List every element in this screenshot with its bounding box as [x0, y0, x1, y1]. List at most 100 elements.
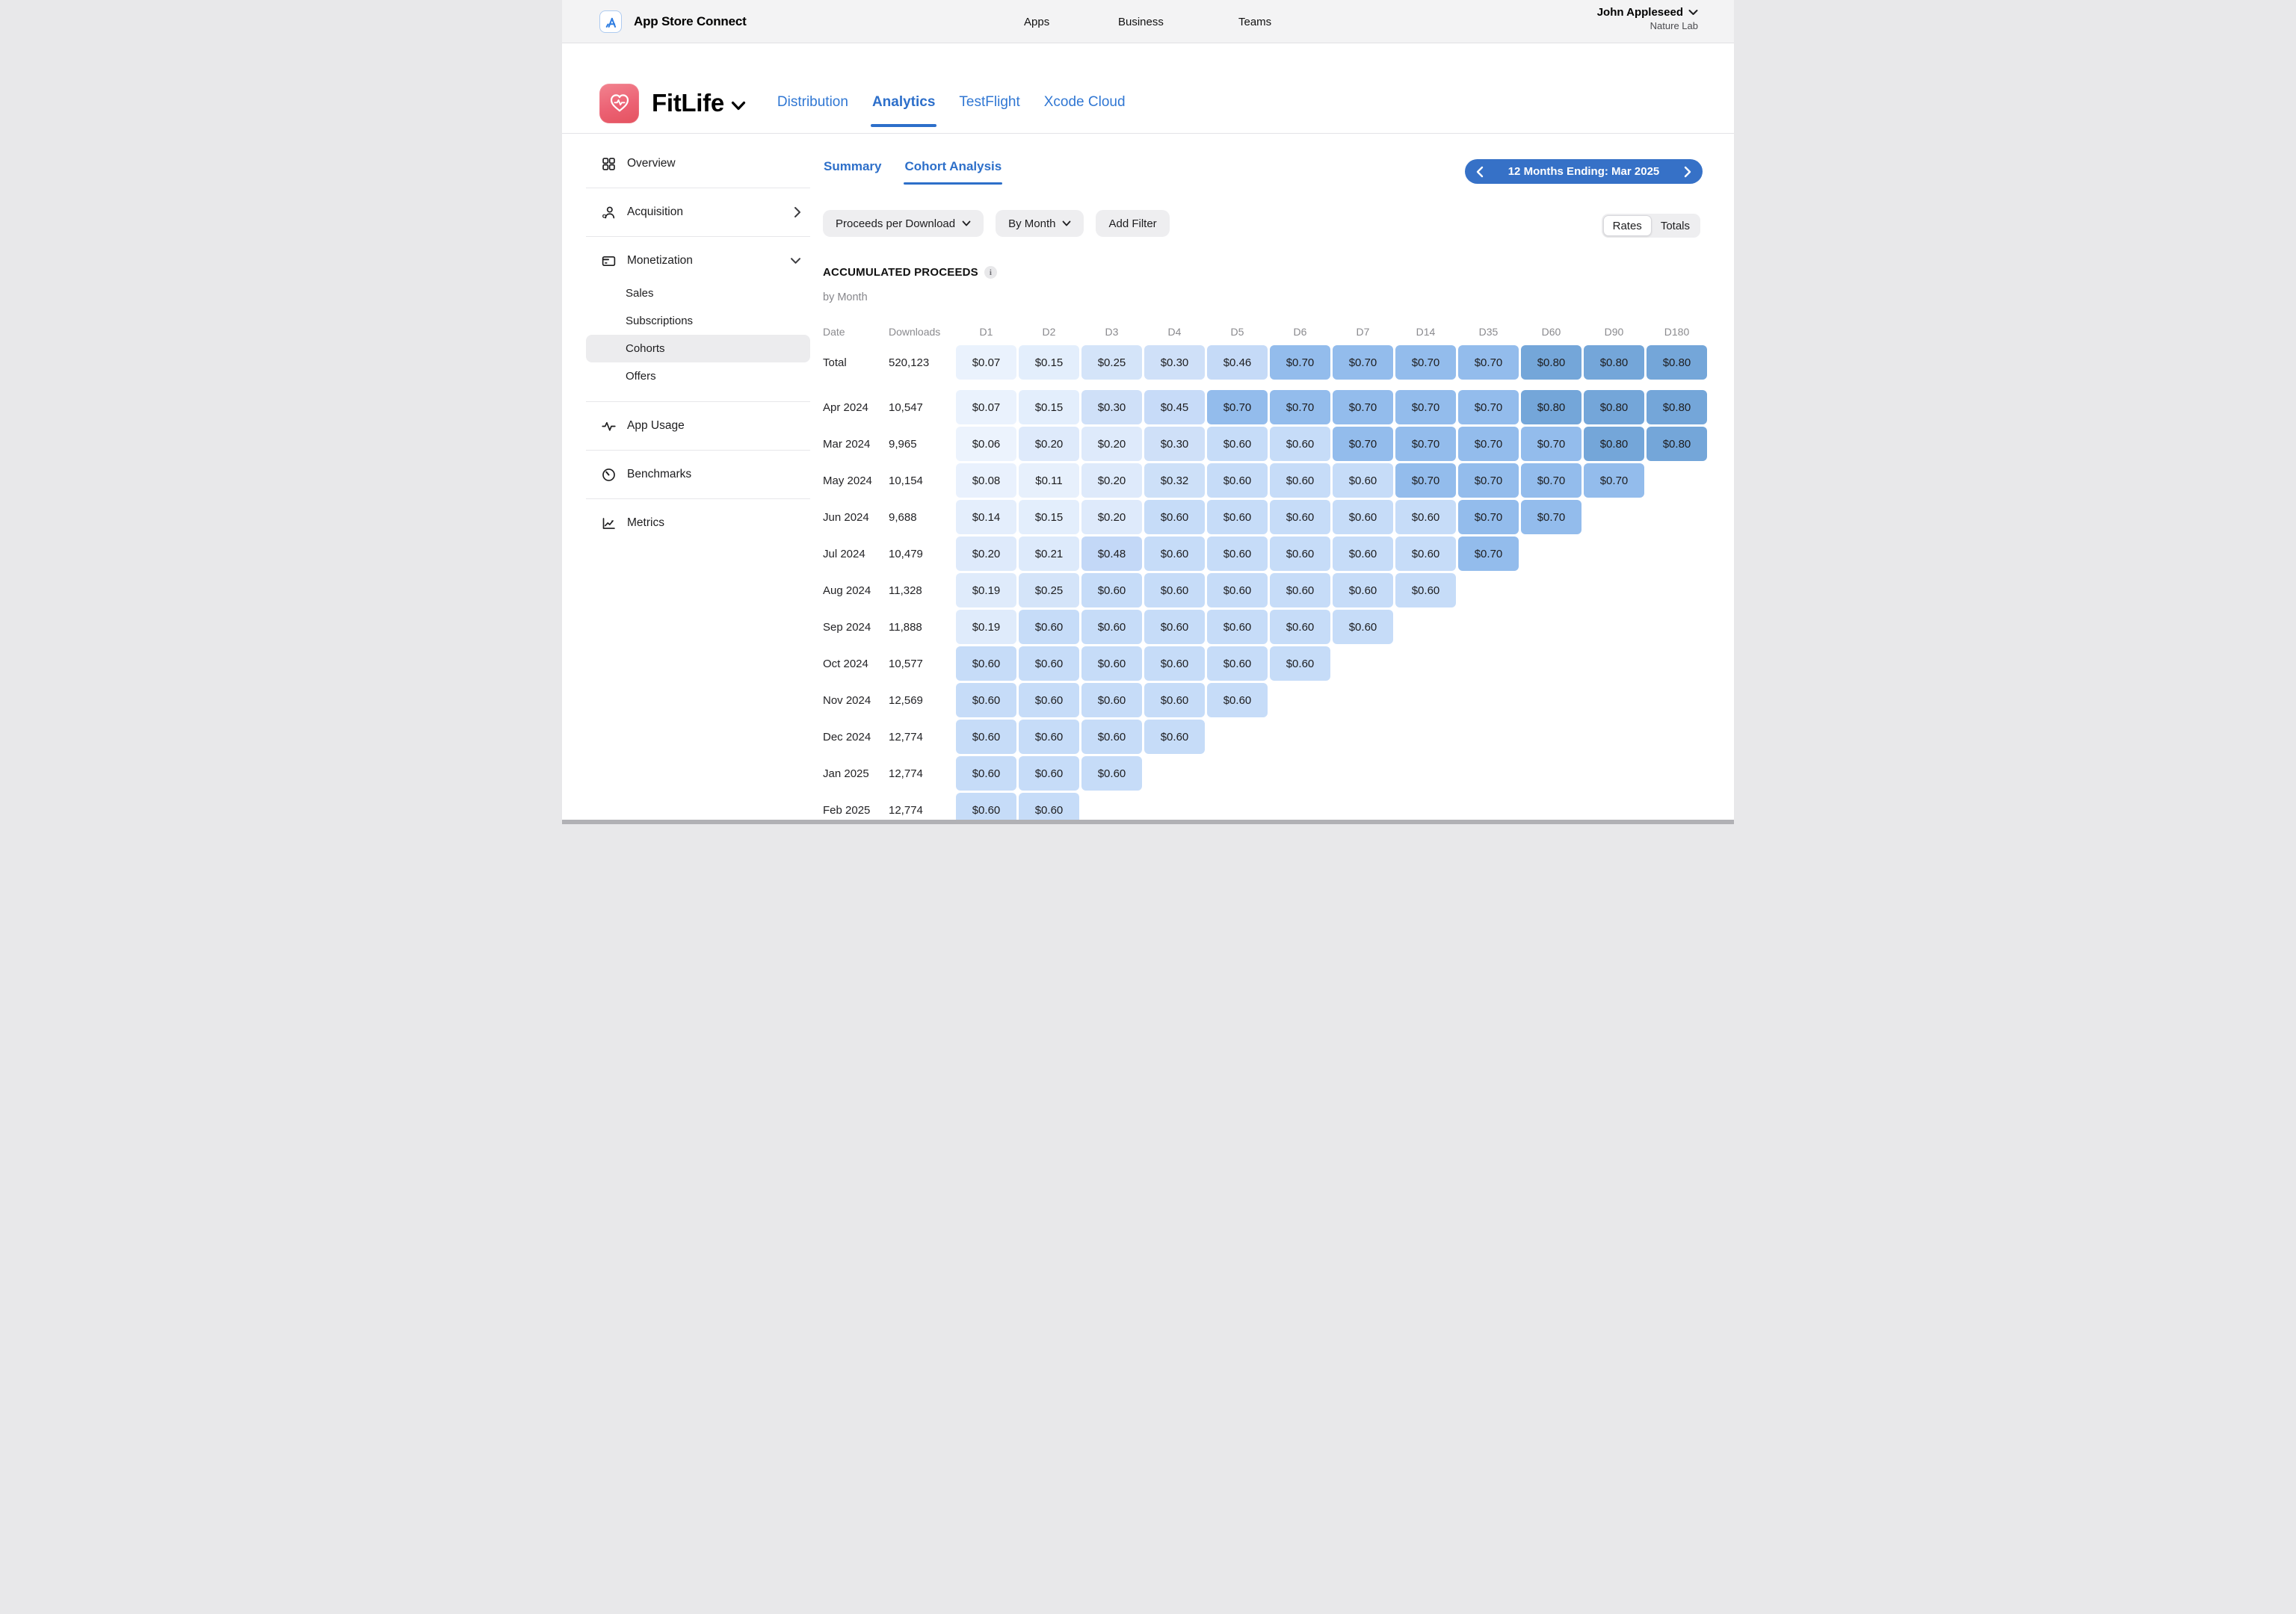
cohort-cell: $0.70 [1270, 390, 1330, 424]
cohort-cell: $0.30 [1144, 345, 1205, 380]
cohort-cell: $0.70 [1270, 345, 1330, 380]
cohort-cell: $0.11 [1019, 463, 1079, 498]
cohort-cell: $0.45 [1144, 390, 1205, 424]
cohort-cell: $0.70 [1333, 345, 1393, 380]
tab-testflight[interactable]: TestFlight [957, 84, 1021, 127]
sidebar-item-label: App Usage [627, 419, 685, 433]
cohort-cell: $0.21 [1019, 537, 1079, 571]
sidebar-item-offers[interactable]: Offers [586, 362, 810, 390]
row-date: Aug 2024 [823, 573, 886, 607]
sidebar-item-metrics[interactable]: Metrics [586, 506, 810, 540]
cohort-cell: $0.70 [1458, 537, 1519, 571]
column-header-d5: D5 [1207, 326, 1268, 345]
row-downloads: 10,577 [889, 646, 954, 681]
cohort-cell: $0.80 [1584, 390, 1644, 424]
app-header: FitLife Distribution Analytics TestFligh… [599, 79, 1127, 127]
tab-summary[interactable]: Summary [823, 152, 882, 185]
cohort-cell: $0.60 [1395, 573, 1456, 607]
cohort-cell: $0.60 [1270, 646, 1330, 681]
horizontal-scrollbar[interactable] [562, 820, 1734, 824]
tab-distribution[interactable]: Distribution [776, 84, 850, 127]
row-downloads: 10,154 [889, 463, 954, 498]
row-date: Nov 2024 [823, 683, 886, 717]
pulse-icon [601, 418, 617, 434]
sidebar-item-subscriptions[interactable]: Subscriptions [586, 307, 810, 335]
tab-analytics[interactable]: Analytics [871, 84, 936, 127]
cohort-cell: $0.60 [1395, 537, 1456, 571]
cohort-cell: $0.60 [1207, 537, 1268, 571]
cohort-cell: $0.70 [1521, 500, 1581, 534]
cohort-cell: $0.70 [1458, 427, 1519, 461]
cohort-cell: $0.60 [1019, 646, 1079, 681]
cohort-cell: $0.60 [1144, 683, 1205, 717]
metric-filter-dropdown[interactable]: Proceeds per Download [823, 210, 984, 237]
cohort-cell: $0.70 [1458, 390, 1519, 424]
cohort-cell: $0.60 [1333, 463, 1393, 498]
tab-xcode-cloud[interactable]: Xcode Cloud [1043, 84, 1127, 127]
sidebar-item-app-usage[interactable]: App Usage [586, 409, 810, 443]
date-range-picker[interactable]: 12 Months Ending: Mar 2025 [1465, 159, 1703, 184]
row-date: Dec 2024 [823, 720, 886, 754]
nav-teams[interactable]: Teams [1238, 0, 1271, 43]
divider [586, 401, 810, 402]
cohort-cell: $0.60 [956, 683, 1016, 717]
sidebar-item-monetization[interactable]: Monetization [586, 244, 810, 278]
row-date: Total [823, 345, 886, 380]
cohort-cell: $0.70 [1395, 427, 1456, 461]
cohort-cell: $0.70 [1458, 500, 1519, 534]
sidebar-item-sales[interactable]: Sales [586, 279, 810, 307]
nav-apps[interactable]: Apps [1024, 0, 1049, 43]
cohort-cell: $0.60 [1019, 683, 1079, 717]
cohort-cell: $0.60 [1081, 646, 1142, 681]
sidebar-item-cohorts[interactable]: Cohorts [586, 335, 810, 362]
cohort-cell: $0.30 [1144, 427, 1205, 461]
chevron-right-icon[interactable] [1684, 166, 1691, 178]
cohort-cell: $0.70 [1458, 463, 1519, 498]
add-filter-button[interactable]: Add Filter [1096, 210, 1169, 237]
toggle-rates[interactable]: Rates [1603, 215, 1652, 236]
cohort-cell: $0.20 [956, 537, 1016, 571]
section-subtitle: by Month [823, 291, 868, 303]
sidebar-item-label: Metrics [627, 516, 664, 530]
cohort-cell: $0.60 [1081, 610, 1142, 644]
cohort-cell: $0.70 [1207, 390, 1268, 424]
cohort-cell: $0.70 [1333, 390, 1393, 424]
cohort-cell: $0.60 [1270, 427, 1330, 461]
column-header-d6: D6 [1270, 326, 1330, 345]
grouping-filter-dropdown[interactable]: By Month [996, 210, 1084, 237]
sidebar-item-acquisition[interactable]: Acquisition [586, 195, 810, 229]
row-downloads: 9,965 [889, 427, 954, 461]
gauge-icon [601, 467, 617, 483]
sidebar-item-label: Monetization [627, 254, 693, 268]
divider [586, 236, 810, 237]
row-downloads: 11,888 [889, 610, 954, 644]
column-header-d2: D2 [1019, 326, 1079, 345]
cohort-table-header: DateDownloadsD1D2D3D4D5D6D7D14D35D60D90D… [823, 326, 1707, 345]
row-downloads: 11,328 [889, 573, 954, 607]
row-downloads: 12,774 [889, 720, 954, 754]
nav-business[interactable]: Business [1118, 0, 1164, 43]
cohort-cell: $0.15 [1019, 500, 1079, 534]
header-divider [562, 133, 1734, 134]
cohort-cell: $0.60 [1081, 720, 1142, 754]
tab-cohort-analysis[interactable]: Cohort Analysis [904, 152, 1002, 185]
cohort-table-body: Total520,123$0.07$0.15$0.25$0.30$0.46$0.… [823, 345, 1707, 824]
toggle-totals[interactable]: Totals [1652, 215, 1699, 236]
sidebar-item-overview[interactable]: Overview [586, 146, 810, 181]
cohort-cell: $0.60 [1270, 573, 1330, 607]
app-switcher-chevron-icon[interactable] [731, 101, 746, 111]
divider [586, 450, 810, 451]
chevron-left-icon[interactable] [1476, 166, 1484, 178]
app-store-connect-logo-icon[interactable] [599, 10, 622, 33]
table-row-jun-2024: Jun 20249,688$0.14$0.15$0.20$0.60$0.60$0… [823, 500, 1707, 534]
info-icon[interactable]: i [984, 266, 997, 279]
row-downloads: 12,774 [889, 756, 954, 791]
user-menu[interactable]: John Appleseed Nature Lab [1597, 6, 1698, 31]
cohort-cell: $0.07 [956, 390, 1016, 424]
cohort-cell: $0.60 [1270, 500, 1330, 534]
cohort-cell: $0.70 [1395, 345, 1456, 380]
sidebar-item-benchmarks[interactable]: Benchmarks [586, 457, 810, 492]
cohort-cell: $0.32 [1144, 463, 1205, 498]
table-row-total: Total520,123$0.07$0.15$0.25$0.30$0.46$0.… [823, 345, 1707, 380]
row-downloads: 10,479 [889, 537, 954, 571]
